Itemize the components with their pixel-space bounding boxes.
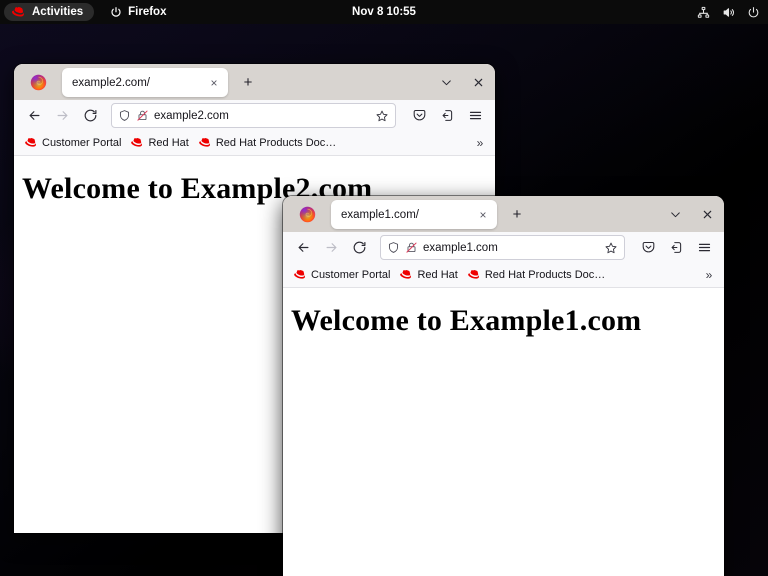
bookmark-label: Customer Portal [42, 137, 122, 149]
power-icon[interactable] [747, 6, 760, 19]
firefox-power-icon [110, 6, 122, 18]
chevron-down-icon[interactable] [660, 199, 690, 229]
account-icon[interactable] [663, 235, 689, 261]
bookmark-red-hat[interactable]: Red Hat [395, 267, 462, 283]
tab-title: example1.com/ [341, 208, 419, 221]
tab-strip: example2.com/ × + [14, 64, 495, 100]
window-close-button[interactable] [461, 64, 495, 100]
navigation-toolbar: example1.com [283, 232, 724, 263]
back-button[interactable] [290, 235, 316, 261]
pocket-icon[interactable] [406, 103, 432, 129]
window-close-button[interactable] [690, 196, 724, 232]
new-tab-button[interactable]: + [234, 68, 262, 96]
redhat-icon [25, 138, 38, 148]
page-title: Welcome to Example1.com [291, 304, 642, 337]
bookmark-label: Red Hat [417, 269, 458, 281]
lock-crossed-icon[interactable] [405, 241, 418, 254]
forward-button[interactable] [318, 235, 344, 261]
back-button[interactable] [21, 103, 47, 129]
bookmark-red-hat-products-doc[interactable]: Red Hat Products Doc… [463, 267, 610, 283]
top-bar-left: Activities Firefox [0, 3, 176, 21]
redhat-icon [131, 138, 144, 148]
new-tab-button[interactable]: + [503, 200, 531, 228]
clock[interactable]: Nov 8 10:55 [352, 6, 416, 18]
tab-example1[interactable]: example1.com/ × [331, 200, 497, 229]
account-icon[interactable] [434, 103, 460, 129]
firefox-icon [283, 196, 331, 232]
tab-strip: example1.com/ × + [283, 196, 724, 232]
url-text[interactable]: example1.com [423, 242, 599, 254]
hamburger-menu-icon[interactable] [462, 103, 488, 129]
bookmarks-bar: Customer Portal Red Hat Red Hat Products… [283, 263, 724, 288]
forward-button[interactable] [49, 103, 75, 129]
hamburger-menu-icon[interactable] [691, 235, 717, 261]
bookmark-label: Red Hat [148, 137, 189, 149]
volume-icon[interactable] [721, 6, 736, 19]
desktop-screen: Activities Firefox Nov 8 10:55 example2.… [0, 0, 768, 576]
app-menu-label: Firefox [128, 6, 167, 18]
star-icon[interactable] [375, 109, 389, 123]
bookmark-label: Red Hat Products Doc… [215, 137, 337, 149]
bookmark-customer-portal[interactable]: Customer Portal [289, 267, 395, 283]
shield-icon[interactable] [387, 241, 400, 254]
app-menu-firefox[interactable]: Firefox [100, 3, 176, 21]
bookmarks-overflow-icon[interactable]: » [471, 131, 489, 155]
redhat-icon [467, 270, 481, 280]
activities-label: Activities [32, 6, 84, 18]
url-text[interactable]: example2.com [154, 110, 370, 122]
bookmark-customer-portal[interactable]: Customer Portal [20, 135, 126, 151]
network-icon[interactable] [697, 6, 710, 19]
redhat-icon [198, 138, 212, 148]
url-bar[interactable]: example1.com [380, 235, 625, 260]
bookmarks-bar: Customer Portal Red Hat Red Hat Products… [14, 131, 495, 156]
shield-icon[interactable] [118, 109, 131, 122]
reload-button[interactable] [346, 235, 372, 261]
url-bar[interactable]: example2.com [111, 103, 396, 128]
firefox-icon [14, 64, 62, 100]
bookmark-red-hat[interactable]: Red Hat [126, 135, 193, 151]
lock-crossed-icon[interactable] [136, 109, 149, 122]
browser-window-example1[interactable]: example1.com/ × + example1.com Customer … [283, 196, 724, 576]
redhat-icon [294, 270, 307, 280]
star-icon[interactable] [604, 241, 618, 255]
navigation-toolbar: example2.com [14, 100, 495, 131]
page-content: Welcome to Example1.com [283, 288, 724, 576]
bookmark-red-hat-products-doc[interactable]: Red Hat Products Doc… [194, 135, 341, 151]
reload-button[interactable] [77, 103, 103, 129]
redhat-icon [12, 6, 26, 18]
redhat-icon [400, 270, 413, 280]
close-icon[interactable]: × [206, 75, 222, 91]
system-status-area[interactable] [697, 0, 760, 24]
bookmarks-overflow-icon[interactable]: » [700, 263, 718, 287]
pocket-icon[interactable] [635, 235, 661, 261]
bookmark-label: Red Hat Products Doc… [484, 269, 606, 281]
tab-example2[interactable]: example2.com/ × [62, 68, 228, 97]
tab-title: example2.com/ [72, 76, 150, 89]
bookmark-label: Customer Portal [311, 269, 391, 281]
gnome-top-bar: Activities Firefox Nov 8 10:55 [0, 0, 768, 24]
activities-button[interactable]: Activities [4, 3, 95, 21]
close-icon[interactable]: × [475, 207, 491, 223]
chevron-down-icon[interactable] [431, 67, 461, 97]
